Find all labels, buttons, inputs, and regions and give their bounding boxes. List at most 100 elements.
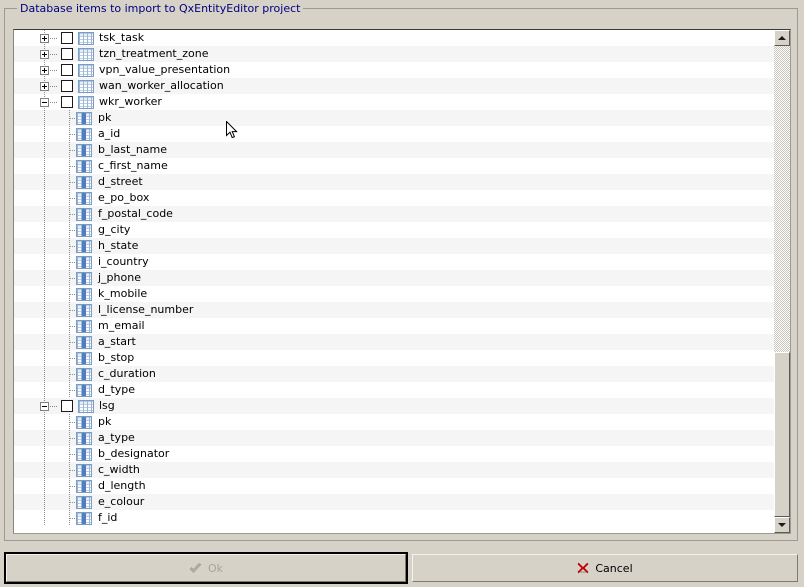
column-icon bbox=[76, 128, 92, 141]
expand-node-icon[interactable] bbox=[40, 82, 49, 91]
tree-connector-line bbox=[44, 462, 45, 478]
ok-button-label: Ok bbox=[208, 563, 223, 574]
ok-button[interactable]: Ok bbox=[6, 554, 406, 582]
tree-node-label: i_country bbox=[98, 254, 149, 270]
tree-row-column[interactable]: l_license_number bbox=[14, 302, 774, 318]
tree-row-column[interactable]: h_state bbox=[14, 238, 774, 254]
expand-node-icon[interactable] bbox=[40, 66, 49, 75]
column-icon bbox=[76, 368, 92, 381]
tree-row-table[interactable]: wan_worker_allocation bbox=[14, 78, 774, 94]
expand-node-icon[interactable] bbox=[40, 34, 49, 43]
column-icon bbox=[76, 432, 92, 445]
column-icon bbox=[76, 512, 92, 525]
tree-row-column[interactable]: a_type bbox=[14, 430, 774, 446]
tree-row-table[interactable]: tzn_treatment_zone bbox=[14, 46, 774, 62]
tree-connector-line bbox=[44, 142, 45, 158]
tree-row-column[interactable]: a_start bbox=[14, 334, 774, 350]
tree-node-label: a_start bbox=[98, 334, 136, 350]
tree-connector-line bbox=[44, 430, 45, 446]
tree-row-column[interactable]: pk bbox=[14, 414, 774, 430]
tree-row-table[interactable]: vpn_value_presentation bbox=[14, 62, 774, 78]
tree-node-label: m_email bbox=[98, 318, 145, 334]
groupbox-title: Database items to import to QxEntityEdit… bbox=[17, 3, 303, 15]
column-icon bbox=[76, 448, 92, 461]
column-icon bbox=[76, 352, 92, 365]
table-icon bbox=[78, 96, 94, 109]
database-items-tree[interactable]: tsk_tasktzn_treatment_zonevpn_value_pres… bbox=[13, 29, 791, 534]
scroll-down-button[interactable] bbox=[774, 517, 790, 533]
cancel-button-content: Cancel bbox=[577, 562, 632, 574]
tree-node-label: f_postal_code bbox=[98, 206, 173, 222]
tree-connector-line bbox=[44, 302, 45, 318]
tree-vertical-scrollbar[interactable] bbox=[774, 30, 790, 533]
column-icon bbox=[76, 176, 92, 189]
tree-connector-line bbox=[44, 270, 45, 286]
import-groupbox: Database items to import to QxEntityEdit… bbox=[4, 8, 798, 541]
tree-row-list: tsk_tasktzn_treatment_zonevpn_value_pres… bbox=[14, 30, 774, 526]
node-checkbox[interactable] bbox=[61, 400, 73, 412]
tree-row-column[interactable]: b_designator bbox=[14, 446, 774, 462]
tree-row-table[interactable]: tsk_task bbox=[14, 30, 774, 46]
tree-row-column[interactable]: pk bbox=[14, 110, 774, 126]
node-checkbox[interactable] bbox=[61, 96, 73, 108]
tree-connector-line bbox=[44, 158, 45, 174]
tree-row-column[interactable]: c_width bbox=[14, 462, 774, 478]
triangle-down-icon bbox=[778, 523, 786, 527]
triangle-up-icon bbox=[778, 36, 786, 40]
tree-row-column[interactable]: e_po_box bbox=[14, 190, 774, 206]
tree-connector-line bbox=[44, 206, 45, 222]
collapse-node-icon[interactable] bbox=[40, 98, 49, 107]
column-icon bbox=[76, 208, 92, 221]
tree-row-column[interactable]: a_id bbox=[14, 126, 774, 142]
tree-row-column[interactable]: e_colour bbox=[14, 494, 774, 510]
tree-node-label: pk bbox=[98, 110, 111, 126]
tree-node-label: j_phone bbox=[98, 270, 141, 286]
scroll-up-button[interactable] bbox=[774, 30, 790, 46]
tree-row-column[interactable]: d_length bbox=[14, 478, 774, 494]
node-checkbox[interactable] bbox=[61, 80, 73, 92]
column-icon bbox=[76, 160, 92, 173]
tree-row-column[interactable]: b_last_name bbox=[14, 142, 774, 158]
tree-row-column[interactable]: j_phone bbox=[14, 270, 774, 286]
node-checkbox[interactable] bbox=[61, 32, 73, 44]
tree-row-column[interactable]: m_email bbox=[14, 318, 774, 334]
collapse-node-icon[interactable] bbox=[40, 402, 49, 411]
tree-node-label: e_colour bbox=[98, 494, 144, 510]
column-icon bbox=[76, 464, 92, 477]
scrollbar-thumb[interactable] bbox=[774, 352, 790, 517]
column-icon bbox=[76, 256, 92, 269]
tree-connector-stub bbox=[50, 38, 58, 39]
tree-node-label: lsg bbox=[99, 398, 115, 414]
tree-row-column[interactable]: c_first_name bbox=[14, 158, 774, 174]
node-checkbox[interactable] bbox=[61, 48, 73, 60]
column-icon bbox=[76, 272, 92, 285]
tree-row-column[interactable]: f_postal_code bbox=[14, 206, 774, 222]
tree-node-label: c_width bbox=[98, 462, 140, 478]
column-icon bbox=[76, 336, 92, 349]
tree-row-column[interactable]: d_street bbox=[14, 174, 774, 190]
tree-row-column[interactable]: i_country bbox=[14, 254, 774, 270]
tree-viewport[interactable]: tsk_tasktzn_treatment_zonevpn_value_pres… bbox=[14, 30, 774, 533]
tree-connector-line bbox=[44, 318, 45, 334]
tree-row-column[interactable]: f_id bbox=[14, 510, 774, 526]
column-icon bbox=[76, 320, 92, 333]
tree-node-label: tzn_treatment_zone bbox=[99, 46, 208, 62]
tree-row-column[interactable]: d_type bbox=[14, 382, 774, 398]
column-icon bbox=[76, 144, 92, 157]
tree-row-table[interactable]: lsg bbox=[14, 398, 774, 414]
tree-connector-stub bbox=[50, 406, 58, 407]
tree-row-column[interactable]: c_duration bbox=[14, 366, 774, 382]
column-icon bbox=[76, 192, 92, 205]
check-icon bbox=[189, 563, 202, 574]
table-icon bbox=[78, 400, 94, 413]
node-checkbox[interactable] bbox=[61, 64, 73, 76]
tree-connector-line bbox=[44, 414, 45, 430]
tree-node-label: a_id bbox=[98, 126, 120, 142]
tree-row-column[interactable]: b_stop bbox=[14, 350, 774, 366]
tree-row-table[interactable]: wkr_worker bbox=[14, 94, 774, 110]
tree-row-column[interactable]: k_mobile bbox=[14, 286, 774, 302]
tree-connector-line bbox=[44, 446, 45, 462]
cancel-button[interactable]: Cancel bbox=[412, 554, 798, 582]
expand-node-icon[interactable] bbox=[40, 50, 49, 59]
tree-row-column[interactable]: g_city bbox=[14, 222, 774, 238]
